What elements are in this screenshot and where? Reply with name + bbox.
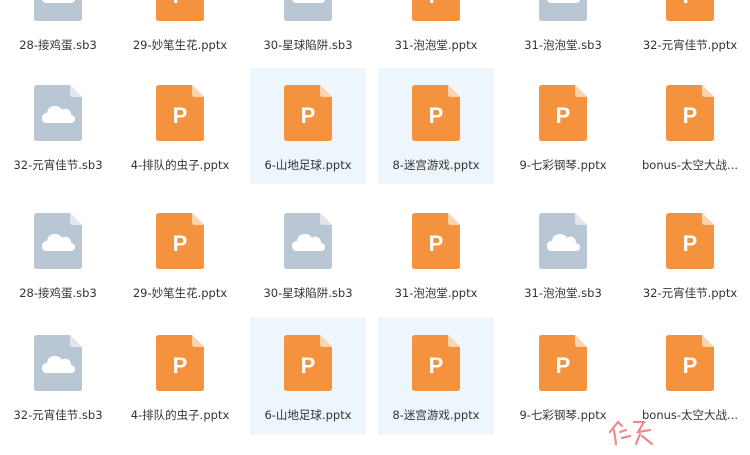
cloud-file-icon bbox=[34, 0, 82, 21]
ppt-file-icon: P bbox=[666, 335, 714, 391]
file-name: 8-迷宫游戏.pptx bbox=[392, 408, 480, 422]
ppt-file-icon: P bbox=[284, 85, 332, 141]
cloud-file-icon bbox=[539, 213, 587, 269]
cloud-file-icon bbox=[539, 0, 587, 21]
ppt-file-icon: P bbox=[412, 0, 460, 21]
file-name: 31-泡泡堂.sb3 bbox=[524, 38, 602, 52]
file-item[interactable]: P 29-妙笔生花.pptx bbox=[122, 0, 238, 64]
file-item[interactable]: P 31-泡泡堂.pptx bbox=[378, 0, 494, 64]
file-grid: 28-接鸡蛋.sb3 P 29-妙笔生花.pptx 30-星球陷阱.sb3 P 31-泡泡… bbox=[0, 0, 750, 450]
file-item[interactable]: P 31-泡泡堂.pptx bbox=[378, 196, 494, 312]
watermark-logo bbox=[604, 410, 658, 450]
ppt-file-icon: P bbox=[412, 85, 460, 141]
ppt-file-icon: P bbox=[539, 335, 587, 391]
file-name: 30-星球陷阱.sb3 bbox=[263, 38, 353, 52]
ppt-file-icon: P bbox=[539, 85, 587, 141]
ppt-file-icon: P bbox=[412, 213, 460, 269]
cloud-file-icon bbox=[284, 213, 332, 269]
svg-text:P: P bbox=[429, 0, 444, 8]
file-name: 32-元宵佳节.sb3 bbox=[13, 408, 103, 422]
file-item[interactable]: 28-接鸡蛋.sb3 bbox=[0, 0, 116, 64]
ppt-file-icon: P bbox=[156, 213, 204, 269]
file-name: 29-妙笔生花.pptx bbox=[132, 286, 228, 300]
file-item[interactable]: 30-星球陷阱.sb3 bbox=[250, 196, 366, 312]
file-name: 4-排队的虫子.pptx bbox=[130, 408, 230, 422]
svg-text:P: P bbox=[683, 231, 698, 256]
file-name: 6-山地足球.pptx bbox=[264, 408, 352, 422]
ppt-file-icon: P bbox=[666, 213, 714, 269]
file-item[interactable]: 28-接鸡蛋.sb3 bbox=[0, 196, 116, 312]
ppt-file-icon: P bbox=[156, 85, 204, 141]
file-item[interactable]: P 4-排队的虫子.pptx bbox=[122, 68, 238, 184]
file-item[interactable]: P 8-迷宫游戏.pptx bbox=[378, 68, 494, 184]
file-item[interactable]: 31-泡泡堂.sb3 bbox=[505, 0, 621, 64]
file-name: 4-排队的虫子.pptx bbox=[130, 158, 230, 172]
file-item[interactable]: P 29-妙笔生花.pptx bbox=[122, 196, 238, 312]
svg-text:P: P bbox=[683, 353, 698, 378]
file-item[interactable]: P 6-山地足球.pptx bbox=[250, 68, 366, 184]
ppt-file-icon: P bbox=[666, 85, 714, 141]
file-name: 6-山地足球.pptx bbox=[264, 158, 352, 172]
file-item[interactable]: 32-元宵佳节.sb3 bbox=[0, 318, 116, 434]
svg-text:P: P bbox=[429, 353, 444, 378]
file-name: 32-元宵佳节.sb3 bbox=[13, 158, 103, 172]
svg-text:P: P bbox=[429, 231, 444, 256]
svg-text:P: P bbox=[173, 353, 188, 378]
file-name: 28-接鸡蛋.sb3 bbox=[19, 286, 97, 300]
svg-text:P: P bbox=[683, 103, 698, 128]
svg-text:P: P bbox=[683, 0, 698, 8]
file-item[interactable]: P 32-元宵佳节.pptx bbox=[632, 196, 748, 312]
svg-text:P: P bbox=[173, 0, 188, 8]
file-item[interactable]: Pbonus-太空大战... bbox=[632, 68, 748, 184]
file-name: 9-七彩钢琴.pptx bbox=[519, 158, 607, 172]
svg-text:P: P bbox=[556, 353, 571, 378]
ppt-file-icon: P bbox=[156, 335, 204, 391]
file-name: 31-泡泡堂.pptx bbox=[394, 38, 478, 52]
cloud-file-icon bbox=[284, 0, 332, 21]
svg-text:P: P bbox=[301, 353, 316, 378]
svg-text:P: P bbox=[301, 103, 316, 128]
file-name: 8-迷宫游戏.pptx bbox=[392, 158, 480, 172]
ppt-file-icon: P bbox=[412, 335, 460, 391]
file-row: 28-接鸡蛋.sb3 P 29-妙笔生花.pptx 30-星球陷阱.sb3 P 31-泡泡… bbox=[0, 196, 750, 316]
file-name: 31-泡泡堂.pptx bbox=[394, 286, 478, 300]
svg-text:P: P bbox=[173, 103, 188, 128]
file-name: 31-泡泡堂.sb3 bbox=[524, 286, 602, 300]
file-item[interactable]: P 8-迷宫游戏.pptx bbox=[378, 318, 494, 434]
ppt-file-icon: P bbox=[666, 0, 714, 21]
file-item[interactable]: 31-泡泡堂.sb3 bbox=[505, 196, 621, 312]
file-name: 30-星球陷阱.sb3 bbox=[263, 286, 353, 300]
cloud-file-icon bbox=[34, 213, 82, 269]
file-row: 32-元宵佳节.sb3 P 4-排队的虫子.pptx P 6-山地足球.pptx P 8-迷… bbox=[0, 68, 750, 188]
file-item[interactable]: 30-星球陷阱.sb3 bbox=[250, 0, 366, 64]
file-item[interactable]: P 9-七彩钢琴.pptx bbox=[505, 68, 621, 184]
svg-text:P: P bbox=[173, 231, 188, 256]
svg-text:P: P bbox=[429, 103, 444, 128]
svg-text:P: P bbox=[556, 103, 571, 128]
cloud-file-icon bbox=[34, 335, 82, 391]
file-name: bonus-太空大战... bbox=[641, 158, 739, 172]
file-item[interactable]: P 4-排队的虫子.pptx bbox=[122, 318, 238, 434]
file-name: 32-元宵佳节.pptx bbox=[642, 38, 738, 52]
file-item[interactable]: 32-元宵佳节.sb3 bbox=[0, 68, 116, 184]
file-name: 28-接鸡蛋.sb3 bbox=[19, 38, 97, 52]
ppt-file-icon: P bbox=[156, 0, 204, 21]
cloud-file-icon bbox=[34, 85, 82, 141]
file-name: 29-妙笔生花.pptx bbox=[132, 38, 228, 52]
file-name: 32-元宵佳节.pptx bbox=[642, 286, 738, 300]
file-item[interactable]: P 6-山地足球.pptx bbox=[250, 318, 366, 434]
file-item[interactable]: P 32-元宵佳节.pptx bbox=[632, 0, 748, 64]
ppt-file-icon: P bbox=[284, 335, 332, 391]
file-row: 28-接鸡蛋.sb3 P 29-妙笔生花.pptx 30-星球陷阱.sb3 P 31-泡泡… bbox=[0, 0, 750, 68]
